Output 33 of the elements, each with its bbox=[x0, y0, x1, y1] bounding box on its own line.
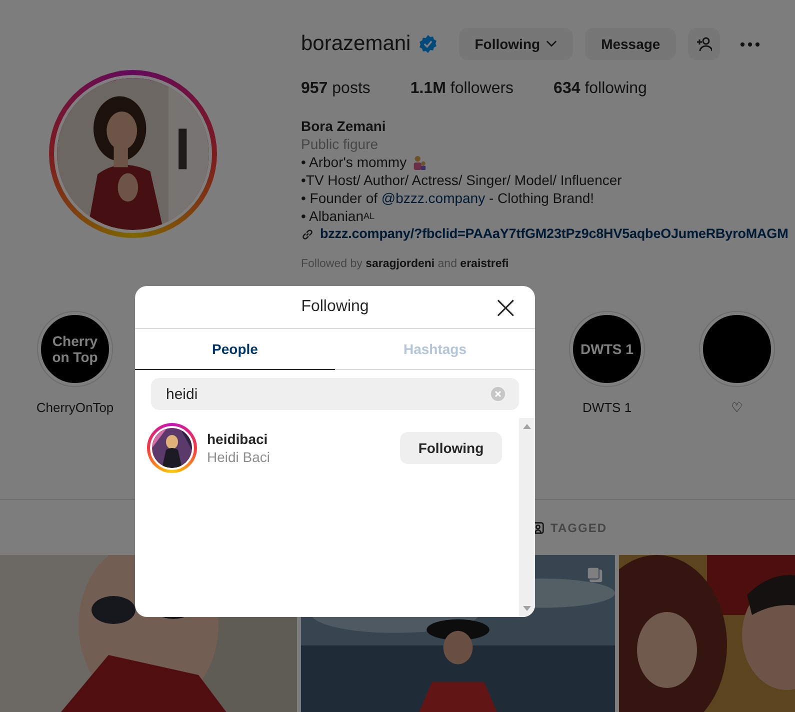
highlight-cover[interactable]: DWTS 1 bbox=[570, 312, 644, 386]
link-icon bbox=[301, 228, 314, 240]
following-button[interactable]: Following bbox=[458, 28, 574, 60]
dialog-tab[interactable]: People bbox=[135, 329, 335, 370]
highlight-label: DWTS 1 bbox=[582, 400, 632, 415]
chevron-icon bbox=[546, 40, 558, 48]
family-icon bbox=[412, 154, 427, 170]
suggested-button[interactable] bbox=[688, 28, 720, 60]
avatar-ring[interactable] bbox=[147, 423, 197, 473]
flag-text: AL bbox=[364, 210, 375, 223]
mention-link[interactable]: @bzzz.company bbox=[381, 190, 486, 206]
add-person-icon bbox=[696, 36, 712, 52]
stat-text[interactable]: 1.1M followers bbox=[410, 80, 514, 98]
stat-text[interactable]: 957 posts bbox=[301, 80, 370, 98]
highlight-label: CherryOnTop bbox=[36, 400, 114, 415]
search-field[interactable]: heidi bbox=[151, 378, 519, 410]
message-button[interactable]: Message bbox=[585, 28, 676, 60]
stat-text[interactable]: 634 following bbox=[554, 80, 647, 98]
bio-line: •TV Host/ Author/ Actress/ Singer/ Model/ Influencer bbox=[301, 171, 622, 189]
bio-line: • Founder of @bzzz.company - Clothing Brand! bbox=[301, 189, 594, 207]
result-username[interactable]: heidibaci bbox=[207, 430, 268, 448]
website-link[interactable]: bzzz.company/?fbclid=PAAaY7tfGM23tPz9c8HV5aqbeOJumeRByroMAGM bbox=[320, 225, 788, 243]
highlight-label: ♡ bbox=[731, 400, 743, 415]
more-options-icon[interactable] bbox=[740, 42, 760, 46]
username: borazemani bbox=[301, 32, 411, 56]
full-name: Bora Zemani bbox=[301, 117, 386, 135]
following-button[interactable]: Following bbox=[400, 432, 502, 464]
dialog-title: Following bbox=[301, 298, 369, 316]
bio-line: • Albanian bbox=[301, 207, 364, 225]
result-full-name: Heidi Baci bbox=[207, 448, 270, 466]
bio-line: • Arbor's mommy bbox=[301, 153, 407, 171]
close-button[interactable]: × bbox=[490, 293, 521, 321]
highlight-cover[interactable]: Cherry on Top bbox=[38, 312, 112, 386]
